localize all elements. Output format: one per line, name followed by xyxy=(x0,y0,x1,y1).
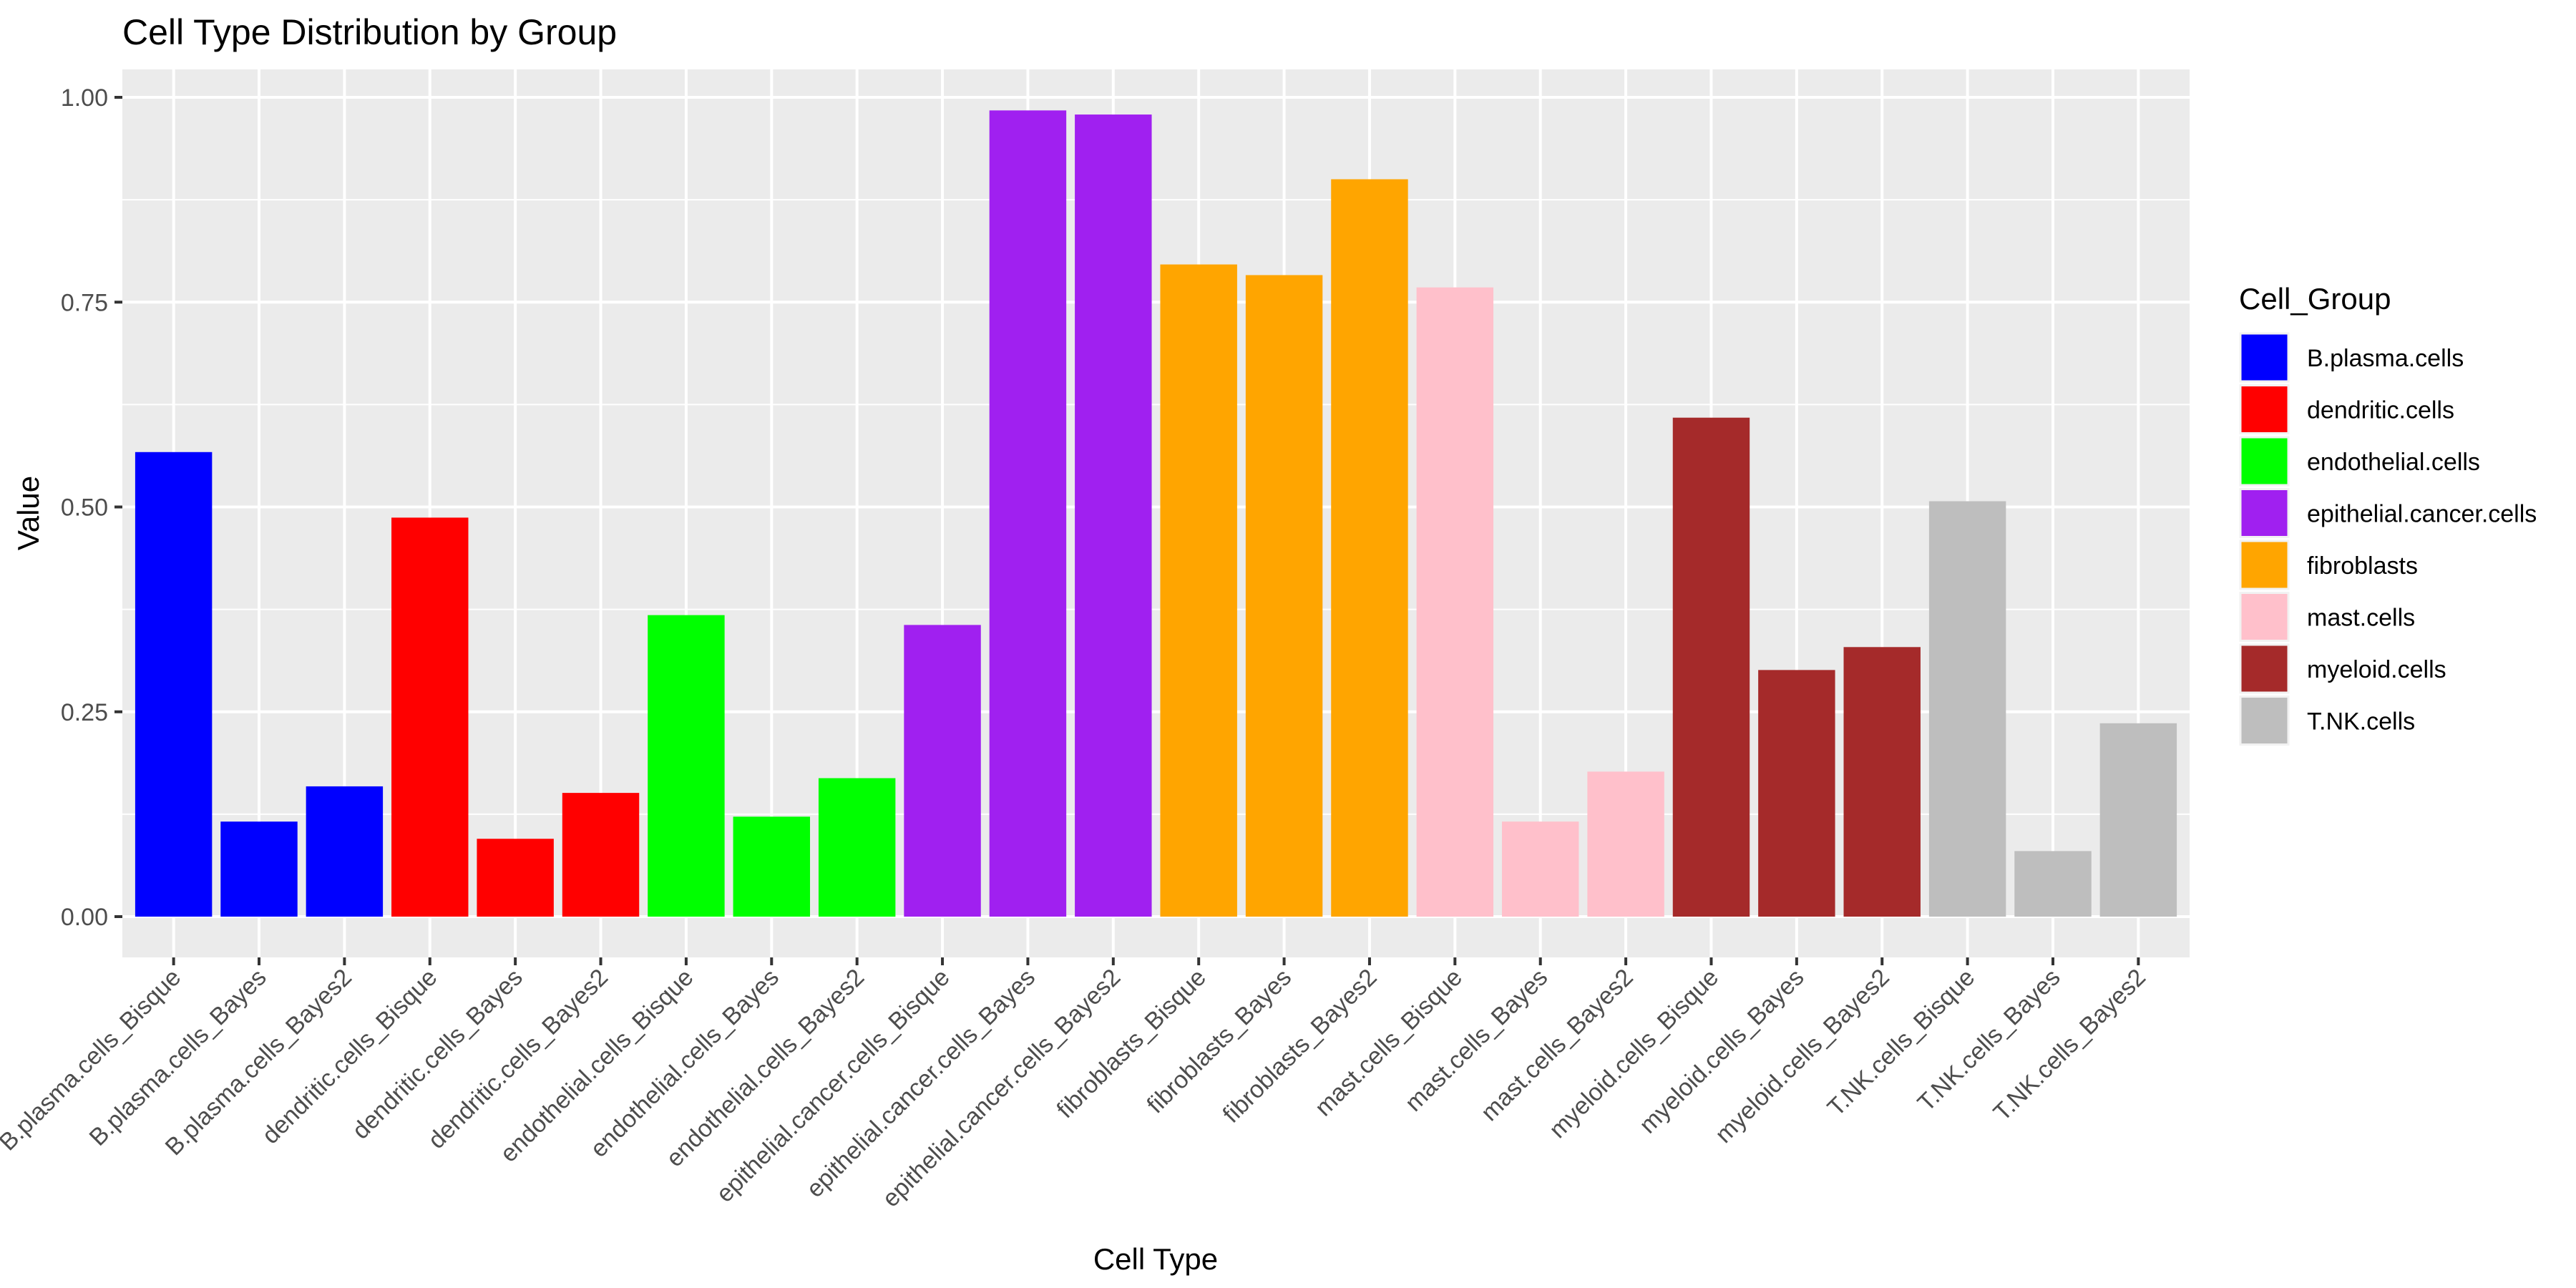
legend-key xyxy=(2239,384,2290,434)
legend-key xyxy=(2239,592,2290,642)
x-tick-label: myeloid.cells_Bayes2 xyxy=(1710,964,1895,1148)
legend-key xyxy=(2239,540,2290,590)
bar xyxy=(1416,287,1494,917)
legend-label: myeloid.cells xyxy=(2307,656,2446,683)
bar xyxy=(1758,670,1835,917)
legend-label: fibroblasts xyxy=(2307,552,2418,580)
bar xyxy=(220,821,298,917)
bar xyxy=(989,110,1067,917)
x-axis: B.plasma.cells_BisqueB.plasma.cells_Baye… xyxy=(0,957,2151,1212)
legend-label: T.NK.cells xyxy=(2307,708,2415,736)
bar xyxy=(648,615,725,917)
y-axis: 0.00 0.25 0.50 0.75 1.00 xyxy=(61,84,122,931)
x-tick-label: mast.cells_Bayes xyxy=(1400,964,1553,1117)
bar xyxy=(1587,771,1664,917)
bar xyxy=(562,793,640,917)
x-tick-label: mast.cells_Bayes2 xyxy=(1475,964,1638,1126)
legend-key xyxy=(2239,696,2290,746)
y-tick-label: 0.50 xyxy=(61,494,108,522)
legend: Cell_Group B.plasma.cells dendritic.cells… xyxy=(2239,282,2537,746)
x-tick-label: fibroblasts_Bisque xyxy=(1052,964,1211,1123)
legend-key xyxy=(2239,436,2290,487)
legend-label: endothelial.cells xyxy=(2307,449,2480,476)
x-tick-label: T.NK.cells_Bisque xyxy=(1823,964,1981,1122)
legend-label: mast.cells xyxy=(2307,605,2415,632)
bar xyxy=(1843,647,1921,917)
x-tick-label: T.NK.cells_Bayes2 xyxy=(1989,964,2151,1126)
y-tick-label: 0.25 xyxy=(61,699,108,726)
y-tick-label: 0.00 xyxy=(61,904,108,931)
bar xyxy=(1928,501,2006,917)
y-tick-label: 0.75 xyxy=(61,289,108,316)
x-axis-title: Cell Type xyxy=(1093,1242,1218,1276)
bar xyxy=(1331,179,1408,917)
bar xyxy=(2099,723,2177,917)
x-tick-label: dendritic.cells_Bisque xyxy=(257,964,442,1149)
bar xyxy=(1245,275,1323,917)
bar xyxy=(1160,264,1237,917)
bar xyxy=(135,452,213,917)
legend-label: dendritic.cells xyxy=(2307,397,2454,424)
bar xyxy=(1501,821,1579,917)
legend-label: epithelial.cancer.cells xyxy=(2307,501,2537,528)
y-axis-title: Value xyxy=(11,476,45,550)
bar xyxy=(1075,114,1152,917)
legend-label: B.plasma.cells xyxy=(2307,345,2464,372)
x-tick-label: T.NK.cells_Bayes xyxy=(1913,964,2066,1117)
x-tick-label: myeloid.cells_Bisque xyxy=(1544,964,1724,1143)
legend-title: Cell_Group xyxy=(2239,282,2391,316)
bar xyxy=(733,816,811,917)
bar xyxy=(904,625,981,917)
bar xyxy=(2014,851,2092,917)
legend-key xyxy=(2239,643,2290,694)
x-tick-label: fibroblasts_Bayes2 xyxy=(1218,964,1382,1128)
y-tick-label: 1.00 xyxy=(61,84,108,112)
x-tick-label: myeloid.cells_Bayes xyxy=(1634,964,1810,1139)
x-tick-label: dendritic.cells_Bayes xyxy=(347,964,528,1145)
bar-chart: Cell Type Distribution by Group 0.00 0.25… xyxy=(0,12,2537,1276)
bar xyxy=(1672,417,1750,917)
bar xyxy=(306,786,384,917)
legend-key xyxy=(2239,488,2290,538)
bar xyxy=(477,839,554,917)
chart-title: Cell Type Distribution by Group xyxy=(122,12,617,52)
bar xyxy=(391,517,469,917)
bar xyxy=(818,778,896,917)
x-tick-label: mast.cells_Bisque xyxy=(1309,964,1468,1122)
legend-key xyxy=(2239,332,2290,383)
x-tick-label: fibroblasts_Bayes xyxy=(1142,964,1297,1119)
